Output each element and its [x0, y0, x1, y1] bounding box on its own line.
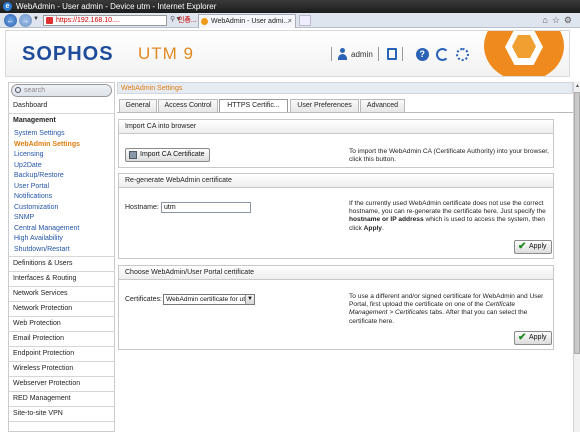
regenerate-certificate-panel: Re-generate WebAdmin certificate Hostnam…: [118, 173, 554, 259]
certificates-label: Certificates:: [125, 296, 162, 303]
sidebar-group-email-protection[interactable]: Email Protection: [9, 331, 114, 347]
sidebar-group-network-services[interactable]: Network Services: [9, 286, 114, 302]
import-ca-button-label: Import CA Certificate: [140, 151, 205, 158]
address-url: https://192.168.10....: [56, 17, 120, 24]
certificate-select[interactable]: WebAdmin certificate for utm ▼: [163, 294, 255, 305]
forward-icon[interactable]: →: [19, 14, 32, 27]
scroll-up-icon[interactable]: ▲: [574, 82, 580, 90]
sidebar-item-backup-restore[interactable]: Backup/Restore: [9, 171, 114, 182]
back-icon[interactable]: ←: [4, 14, 17, 27]
sidebar-item-webadmin-settings[interactable]: WebAdmin Settings: [9, 140, 114, 151]
choose-certificate-title: Choose WebAdmin/User Portal certificate: [119, 266, 553, 280]
sidebar-item-customization[interactable]: Customization: [9, 203, 114, 214]
hostname-label: Hostname:: [125, 204, 159, 211]
header-divider: [377, 47, 379, 61]
scrollbar-thumb[interactable]: [574, 92, 580, 354]
sidebar-group-webserver-protection[interactable]: Webserver Protection: [9, 376, 114, 392]
sophos-logo: SOPHOS: [22, 43, 114, 65]
sidebar-group-definitions-users[interactable]: Definitions & Users: [9, 256, 114, 272]
sidebar-group-network-protection[interactable]: Network Protection: [9, 301, 114, 317]
sidebar-item-notifications[interactable]: Notifications: [9, 192, 114, 203]
settings-tabs: General Access Control HTTPS Certific...…: [117, 99, 573, 113]
sidebar-item-central-management[interactable]: Central Management: [9, 224, 114, 235]
internet-explorer-icon: e: [3, 2, 12, 11]
sidebar-item-user-portal[interactable]: User Portal: [9, 182, 114, 193]
apply-label: Apply: [529, 243, 547, 250]
chevron-down-icon[interactable]: ▼: [245, 295, 254, 304]
choose-certificate-apply-button[interactable]: ✔ Apply: [514, 331, 552, 345]
app-header: SOPHOS UTM 9 admin ?: [5, 30, 570, 77]
main-content: WebAdmin Settings General Access Control…: [117, 82, 573, 432]
cert-error-label[interactable]: 인증...: [178, 15, 197, 25]
sidebar-item-shutdown-restart[interactable]: Shutdown/Restart: [9, 245, 114, 257]
window-title: WebAdmin - User admin - Device utm - Int…: [16, 2, 217, 11]
hostname-field[interactable]: utm: [161, 202, 251, 213]
choose-certificate-description: To use a different and/or signed certifi…: [349, 293, 544, 325]
browser-toolbar: ← → ▼ https://192.168.10.... ⚲▼ ⚠ 인증... …: [0, 13, 580, 28]
sidebar-item-dashboard[interactable]: Dashboard: [9, 99, 114, 114]
sidebar-navigation: search Dashboard Management System Setti…: [8, 82, 115, 432]
checkmark-icon: ✔: [518, 241, 527, 252]
browser-tab-title: WebAdmin - User admi...: [211, 18, 290, 25]
tab-access-control[interactable]: Access Control: [158, 99, 218, 112]
search-placeholder: search: [24, 87, 46, 94]
activity-spinner-icon: [455, 47, 469, 61]
sidebar-item-high-availability[interactable]: High Availability: [9, 234, 114, 245]
address-bar[interactable]: https://192.168.10....: [43, 15, 167, 26]
sidebar-group-endpoint-protection[interactable]: Endpoint Protection: [9, 346, 114, 362]
browser-tab-webadmin[interactable]: WebAdmin - User admi... ×: [198, 14, 296, 28]
current-user[interactable]: admin: [351, 50, 373, 59]
sidebar-item-up2date[interactable]: Up2Date: [9, 161, 114, 172]
regenerate-description: If the currently used WebAdmin certifica…: [349, 200, 546, 232]
sophos-favicon-icon: [201, 18, 208, 25]
favorites-icon[interactable]: ☆: [552, 15, 564, 25]
sidebar-group-web-protection[interactable]: Web Protection: [9, 316, 114, 332]
header-toolbar: admin ?: [326, 46, 469, 62]
header-divider: [401, 47, 403, 61]
tab-user-preferences[interactable]: User Preferences: [290, 99, 359, 112]
tab-divider: [117, 112, 573, 113]
sidebar-group-site-to-site-vpn[interactable]: Site-to-site VPN: [9, 406, 114, 422]
sidebar-item-system-settings[interactable]: System Settings: [9, 129, 114, 140]
page-title: WebAdmin Settings: [117, 82, 573, 94]
checkmark-icon: ✔: [518, 332, 527, 343]
security-lock-icon: [46, 17, 53, 24]
search-input[interactable]: search: [11, 84, 112, 97]
import-ca-description: To import the WebAdmin CA (Certificate A…: [349, 148, 549, 164]
tab-advanced[interactable]: Advanced: [360, 99, 405, 112]
reload-icon[interactable]: [435, 47, 449, 61]
window-titlebar: e WebAdmin - User admin - Device utm - I…: [0, 0, 580, 13]
history-dropdown-icon[interactable]: ▼: [33, 16, 39, 22]
gear-icon[interactable]: ⚙: [564, 15, 576, 25]
regenerate-apply-button[interactable]: ✔ Apply: [514, 240, 552, 254]
sophos-hexagon-emblem: [484, 31, 564, 76]
user-icon[interactable]: [337, 48, 348, 60]
certificate-select-value: WebAdmin certificate for utm: [166, 296, 251, 303]
sidebar-item-snmp[interactable]: SNMP: [9, 213, 114, 224]
tab-https-certificate[interactable]: HTTPS Certific...: [219, 99, 288, 113]
search-icon: [15, 87, 21, 93]
product-name: UTM 9: [138, 44, 194, 63]
sidebar-group-management[interactable]: Management: [9, 114, 114, 129]
new-tab-button[interactable]: [299, 15, 311, 26]
import-ca-title: Import CA into browser: [119, 120, 553, 134]
browser-right-icons: ⌂☆⚙: [542, 15, 576, 26]
help-icon[interactable]: ?: [415, 47, 429, 61]
page-scrollbar[interactable]: ▲: [573, 82, 580, 432]
header-divider: [331, 47, 332, 61]
import-ca-panel: Import CA into browser Import CA Certifi…: [118, 119, 554, 168]
sidebar-group-interfaces-routing[interactable]: Interfaces & Routing: [9, 271, 114, 287]
clipboard-icon[interactable]: [386, 48, 397, 60]
home-icon[interactable]: ⌂: [542, 15, 551, 25]
close-tab-icon[interactable]: ×: [288, 15, 292, 28]
sidebar-group-red-management[interactable]: RED Management: [9, 391, 114, 407]
sidebar-group-wireless-protection[interactable]: Wireless Protection: [9, 361, 114, 377]
tab-general[interactable]: General: [119, 99, 157, 112]
regenerate-certificate-title: Re-generate WebAdmin certificate: [119, 174, 553, 188]
sidebar-item-licensing[interactable]: Licensing: [9, 150, 114, 161]
import-ca-certificate-button[interactable]: Import CA Certificate: [125, 148, 210, 162]
apply-label: Apply: [529, 334, 547, 341]
choose-certificate-panel: Choose WebAdmin/User Portal certificate …: [118, 265, 554, 350]
certificate-icon: [129, 151, 137, 159]
